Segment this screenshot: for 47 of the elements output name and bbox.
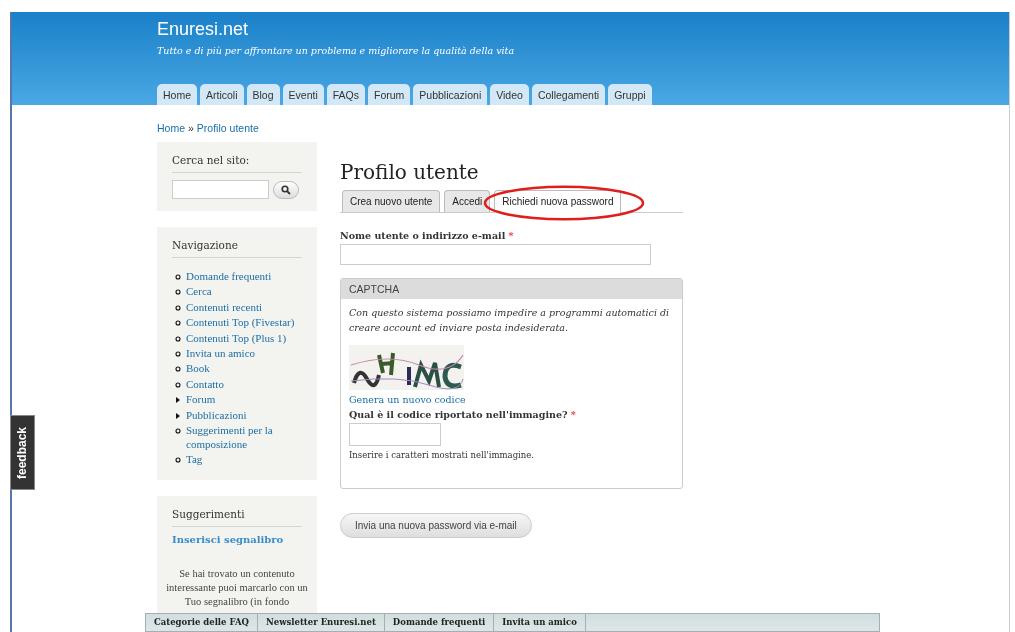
field-label: Qual è il codice riportato nell'immagine? * bbox=[349, 409, 577, 420]
nav-tab[interactable]: Articoli bbox=[200, 84, 244, 105]
navigation-link[interactable]: Contenuti Top (Plus 1) bbox=[186, 331, 287, 346]
bottom-bar-link[interactable]: Newsletter Enuresi.net bbox=[258, 614, 385, 631]
site-title[interactable]: Enuresi.net bbox=[157, 19, 249, 40]
nav-tab[interactable]: Pubblicazioni bbox=[413, 84, 488, 105]
nav-tab[interactable]: Collegamenti bbox=[531, 84, 606, 105]
navigation-link[interactable]: Cerca bbox=[186, 285, 212, 299]
navigation-link[interactable]: Domande frequenti bbox=[186, 270, 272, 284]
navigation-link[interactable]: Pubblicazioni bbox=[186, 408, 247, 423]
tab[interactable]: Accedi bbox=[444, 190, 491, 212]
feedback-tab[interactable]: feedback bbox=[10, 415, 35, 490]
bottom-bar-link[interactable]: Domande frequenti bbox=[384, 614, 495, 631]
breadcrumb-separator: » bbox=[188, 122, 194, 134]
breadcrumb-link[interactable]: Home bbox=[157, 122, 185, 134]
tab[interactable]: Crea nuovo utente bbox=[342, 190, 441, 212]
site-tagline: Tutto e di più per affrontare un problema e migliorare la qualità della vita bbox=[157, 45, 515, 56]
nav-tab[interactable]: Eventi bbox=[282, 84, 324, 105]
navigation-link[interactable]: Invita un amico bbox=[186, 346, 256, 361]
navigation-link[interactable]: Book bbox=[186, 362, 210, 376]
breadcrumb-link[interactable]: Profilo utente bbox=[196, 122, 259, 134]
bottom-bar-link[interactable]: Invita un amico bbox=[494, 614, 586, 631]
tab[interactable]: Richiedi nuova password bbox=[494, 190, 622, 213]
navigation-link[interactable]: Contenuti recenti bbox=[186, 300, 263, 315]
navigation-link[interactable]: Tag bbox=[186, 452, 203, 467]
block-title: Suggerimenti bbox=[172, 508, 302, 528]
navigation-link[interactable]: Forum bbox=[186, 393, 216, 407]
new-code-link[interactable]: Genera un nuovo codice bbox=[349, 394, 674, 405]
captcha-description: Con questo sistema possiamo impedire a programmi automatici di creare account ed inviare posta indesiderata. bbox=[349, 306, 671, 335]
help-text: Inserire i caratteri mostrati nell'immagine. bbox=[349, 450, 535, 460]
page-title: Profilo utente bbox=[340, 160, 480, 184]
nav-tab[interactable]: FAQs bbox=[326, 84, 365, 105]
nav-tab[interactable]: Blog bbox=[246, 84, 280, 105]
nav-tab[interactable]: Video bbox=[490, 84, 529, 105]
navigation-link[interactable]: Suggerimenti per la composizione bbox=[186, 423, 302, 452]
bottom-bar-link[interactable]: Categorie delle FAQ bbox=[146, 614, 258, 631]
field-label: Nome utente o indirizzo e-mail * bbox=[340, 230, 515, 241]
suggestion-text: Se hai trovato un contenuto interessante puoi marcarlo con un Tuo segnalibro (in fondo bbox=[166, 567, 308, 610]
captcha-legend: CAPTCHA bbox=[341, 279, 682, 299]
nav-tab[interactable]: Gruppi bbox=[608, 84, 652, 105]
block-title: Navigazione bbox=[172, 239, 302, 258]
navigation-link[interactable]: Contenuti Top (Fivestar) bbox=[186, 316, 295, 330]
nav-tab[interactable]: Forum bbox=[368, 84, 411, 105]
block-title: Cerca nel sito: bbox=[172, 154, 302, 173]
nav-tab[interactable]: Home bbox=[157, 84, 197, 105]
submit-button[interactable]: Invia una nuova password via e-mail bbox=[340, 513, 532, 538]
navigation-link[interactable]: Contatto bbox=[186, 377, 224, 392]
